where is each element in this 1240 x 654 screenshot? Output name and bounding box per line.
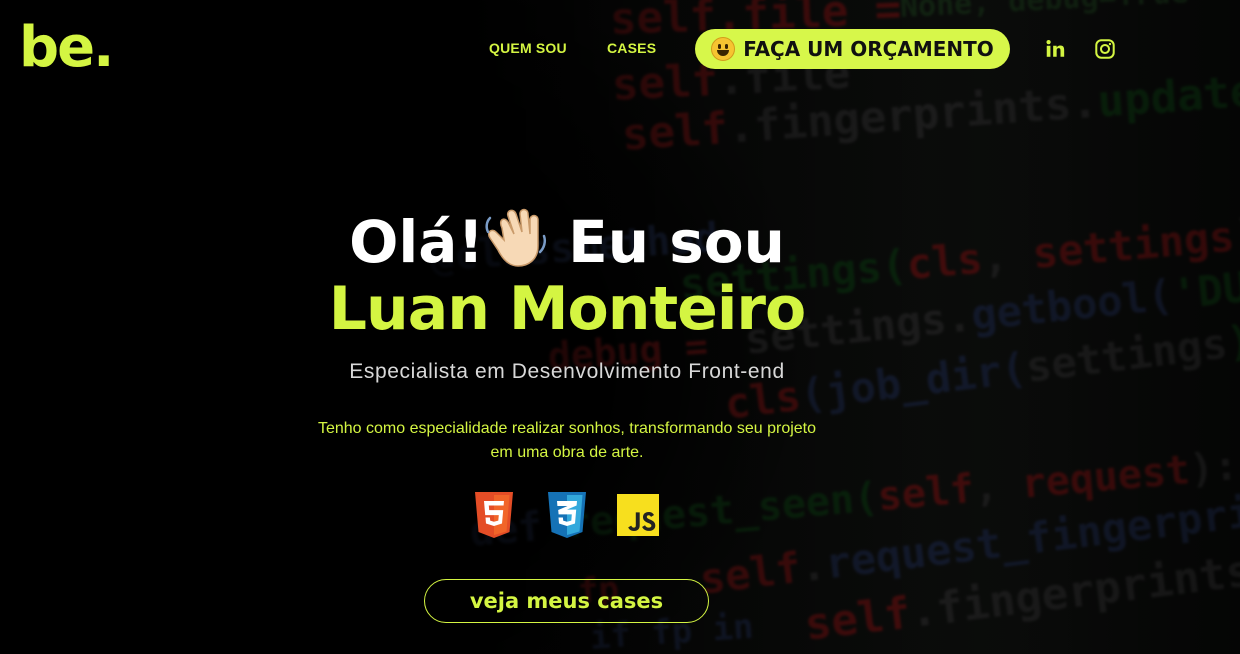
greeting-suffix: Eu sou bbox=[547, 208, 785, 276]
logo[interactable]: be. bbox=[19, 20, 114, 76]
javascript-icon bbox=[617, 494, 659, 536]
html5-icon bbox=[475, 492, 513, 538]
nav-link-quem-sou[interactable]: QUEM SOU bbox=[489, 40, 567, 56]
view-cases-button[interactable]: veja meus cases bbox=[424, 579, 709, 623]
budget-button-label: FAÇA UM ORÇAMENTO bbox=[743, 37, 994, 61]
hero-greeting: Olá! Eu sou bbox=[0, 208, 1134, 275]
waving-hand-icon bbox=[485, 208, 546, 267]
greeting-prefix: Olá! bbox=[349, 208, 484, 276]
smiley-emoji-icon bbox=[711, 37, 736, 61]
hero-subtitle: Especialista em Desenvolvimento Front-en… bbox=[349, 360, 785, 383]
linkedin-icon[interactable] bbox=[1044, 38, 1066, 60]
hero-name: Luan Monteiro bbox=[328, 274, 806, 344]
budget-button[interactable]: FAÇA UM ORÇAMENTO bbox=[695, 29, 1010, 69]
css3-icon bbox=[548, 492, 586, 538]
nav-link-cases[interactable]: CASES bbox=[607, 40, 656, 56]
hero-description: Tenho como especialidade realizar sonhos… bbox=[317, 420, 817, 461]
instagram-icon[interactable] bbox=[1094, 38, 1116, 60]
